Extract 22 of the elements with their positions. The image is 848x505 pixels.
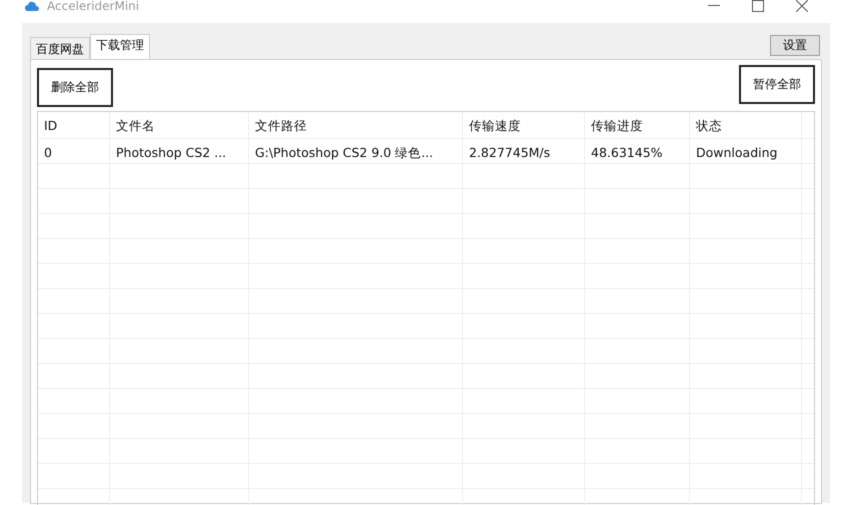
pause-all-button[interactable]: 暂停全部 <box>739 65 815 104</box>
column-header[interactable]: 传输速度 <box>463 112 585 138</box>
minimize-icon[interactable] <box>708 5 720 7</box>
tab[interactable]: 百度网盘 <box>30 37 90 59</box>
table-cell: Downloading <box>690 139 802 163</box>
column-header[interactable]: 文件名 <box>110 112 249 138</box>
column-header[interactable]: 传输进度 <box>585 112 690 138</box>
window-title: AcceleriderMini <box>47 0 140 13</box>
maximize-icon[interactable] <box>752 0 764 12</box>
tab[interactable]: 下载管理 <box>90 34 150 59</box>
close-icon[interactable] <box>796 0 808 12</box>
table-cell: 2.827745M/s <box>463 139 585 163</box>
table-cell: 0 <box>38 139 110 163</box>
cloud-icon <box>25 0 39 12</box>
table-cell: Photoshop CS2 ... <box>110 139 249 163</box>
table-cell: G:\Photoshop CS2 9.0 绿色... <box>249 139 463 163</box>
delete-all-button[interactable]: 删除全部 <box>37 68 113 107</box>
column-header[interactable]: 状态 <box>690 112 802 138</box>
column-header[interactable]: ID <box>38 112 110 138</box>
table-cell: 48.63145% <box>585 139 690 163</box>
settings-button[interactable]: 设置 <box>770 35 820 56</box>
column-header[interactable]: 文件路径 <box>249 112 463 138</box>
